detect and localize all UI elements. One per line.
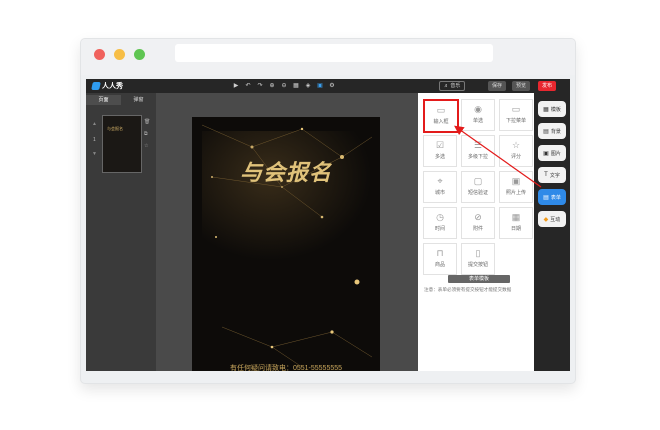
brand-logo[interactable]: 人人秀 bbox=[91, 81, 123, 91]
move-page-up-icon[interactable]: ▲ bbox=[92, 121, 97, 127]
form-components-panel: ▭ 输入框 ◉ 单选 ▭ 下拉菜单 ☑ 多选 ☰ 多级下拉 ☆ 评分 ⌖ 城市 … bbox=[418, 93, 534, 371]
undo-icon[interactable]: ↶ bbox=[244, 82, 252, 90]
contact-text[interactable]: 有任何疑问请致电：0551-55555555 bbox=[192, 363, 380, 371]
page-thumbnail-title: 与会报名 bbox=[107, 126, 123, 131]
component-date[interactable]: ▦ 日期 bbox=[499, 207, 533, 239]
grid-icon[interactable]: ▦ bbox=[292, 82, 300, 90]
rail-text[interactable]: T 文字 bbox=[538, 167, 566, 183]
paperclip-icon: ⊘ bbox=[474, 212, 482, 222]
save-button[interactable]: 保存 bbox=[488, 81, 507, 91]
form-icon: ▤ bbox=[543, 194, 549, 201]
template-icon: ▦ bbox=[543, 106, 549, 113]
clock-icon: ◷ bbox=[436, 212, 444, 222]
brand-name: 人人秀 bbox=[102, 83, 123, 90]
text-icon: T bbox=[544, 172, 548, 178]
checkbox-icon: ☑ bbox=[435, 140, 445, 150]
publish-button[interactable]: 发布 bbox=[538, 81, 557, 91]
location-icon: ⌖ bbox=[437, 176, 443, 186]
zoom-in-icon[interactable]: ⊕ bbox=[268, 82, 276, 90]
brand-mark-icon bbox=[91, 82, 101, 90]
component-dropdown[interactable]: ▭ 下拉菜单 bbox=[499, 99, 533, 131]
canvas-area: 与会报名 有任何疑问请致电：0551-55555555 bbox=[156, 93, 418, 371]
background-icon: ▤ bbox=[543, 128, 549, 135]
interact-icon: ◆ bbox=[543, 216, 549, 223]
toolbar: ▶ ↶ ↷ ⊕ ⊖ ▦ ◈ ▣ ⚙ bbox=[232, 81, 336, 91]
picture-icon: ▣ bbox=[543, 150, 549, 157]
component-product[interactable]: ⊓ 商品 bbox=[423, 243, 457, 275]
image-icon[interactable]: ▣ bbox=[316, 82, 324, 90]
pages-tabs: 页面 弹窗 bbox=[86, 95, 156, 105]
calendar-icon: ▦ bbox=[511, 212, 521, 222]
submit-icon: ▯ bbox=[475, 248, 481, 258]
component-time[interactable]: ◷ 时间 bbox=[423, 207, 457, 239]
sms-icon: ▢ bbox=[473, 176, 483, 186]
input-box-icon: ▭ bbox=[436, 105, 446, 115]
copy-page-icon[interactable]: ⧉ bbox=[144, 131, 148, 137]
tab-popups[interactable]: 弹窗 bbox=[121, 95, 156, 105]
rail-template[interactable]: ▦ 模板 bbox=[538, 101, 566, 117]
pages-panel: 页面 弹窗 ▲ 1 ▼ 与会报名 🗑 ⧉ ☆ bbox=[86, 93, 156, 371]
rail-form[interactable]: ▤ 表单 bbox=[538, 189, 566, 205]
star-icon: ☆ bbox=[511, 140, 521, 150]
component-sms-verify[interactable]: ▢ 短信验证 bbox=[461, 171, 495, 203]
music-button[interactable]: ♬ 音乐 bbox=[439, 81, 466, 91]
radio-icon: ◉ bbox=[474, 104, 482, 114]
component-photo-upload[interactable]: ▣ 照片上传 bbox=[499, 171, 533, 203]
photo-upload-icon: ▣ bbox=[511, 176, 521, 186]
gold-glow-decoration bbox=[202, 131, 372, 261]
component-checkbox[interactable]: ☑ 多选 bbox=[423, 135, 457, 167]
browser-window: 人人秀 ▶ ↶ ↷ ⊕ ⊖ ▦ ◈ ▣ ⚙ ♬ 音乐 保存 预览 发布 页面 弹… bbox=[80, 38, 576, 384]
editor-topbar: 人人秀 ▶ ↶ ↷ ⊕ ⊖ ▦ ◈ ▣ ⚙ ♬ 音乐 保存 预览 发布 bbox=[86, 79, 570, 93]
favorite-page-icon[interactable]: ☆ bbox=[144, 143, 148, 149]
page-thumbnail[interactable]: 与会报名 bbox=[102, 115, 142, 173]
component-rail: ▦ 模板 ▤ 背景 ▣ 图片 T 文字 ▤ 表单 ◆ 互动 bbox=[534, 93, 570, 371]
layers-icon[interactable]: ◈ bbox=[304, 82, 312, 90]
move-page-down-icon[interactable]: ▼ bbox=[92, 151, 97, 157]
maximize-window-button[interactable] bbox=[134, 49, 145, 60]
minimize-window-button[interactable] bbox=[114, 49, 125, 60]
form-template-button[interactable]: 表单模板 bbox=[448, 275, 510, 283]
component-radio[interactable]: ◉ 单选 bbox=[461, 99, 495, 131]
component-rating[interactable]: ☆ 评分 bbox=[499, 135, 533, 167]
delete-page-icon[interactable]: 🗑 bbox=[144, 119, 150, 125]
rail-background[interactable]: ▤ 背景 bbox=[538, 123, 566, 139]
tab-pages[interactable]: 页面 bbox=[86, 95, 121, 105]
component-submit-button[interactable]: ▯ 提交按钮 bbox=[461, 243, 495, 275]
multi-dropdown-icon: ☰ bbox=[473, 140, 483, 150]
rail-interact[interactable]: ◆ 互动 bbox=[538, 211, 566, 227]
settings-icon[interactable]: ⚙ bbox=[328, 82, 336, 90]
page-number: 1 bbox=[93, 137, 96, 143]
rail-picture[interactable]: ▣ 图片 bbox=[538, 145, 566, 161]
form-note: 注意：表单必须要有提交按钮才能提交数据 bbox=[424, 287, 512, 292]
zoom-out-icon[interactable]: ⊖ bbox=[280, 82, 288, 90]
component-input-box[interactable]: ▭ 输入框 bbox=[423, 99, 459, 133]
address-bar[interactable] bbox=[175, 44, 493, 62]
preview-button[interactable]: 预览 bbox=[512, 81, 531, 91]
editor-app: 人人秀 ▶ ↶ ↷ ⊕ ⊖ ▦ ◈ ▣ ⚙ ♬ 音乐 保存 预览 发布 页面 弹… bbox=[86, 79, 570, 371]
play-icon[interactable]: ▶ bbox=[232, 82, 240, 90]
redo-icon[interactable]: ↷ bbox=[256, 82, 264, 90]
event-title[interactable]: 与会报名 bbox=[192, 155, 380, 187]
close-window-button[interactable] bbox=[94, 49, 105, 60]
page-canvas[interactable]: 与会报名 有任何疑问请致电：0551-55555555 bbox=[192, 117, 380, 371]
dropdown-icon: ▭ bbox=[511, 104, 521, 114]
shopping-bag-icon: ⊓ bbox=[436, 248, 444, 258]
component-multi-dropdown[interactable]: ☰ 多级下拉 bbox=[461, 135, 495, 167]
component-city[interactable]: ⌖ 城市 bbox=[423, 171, 457, 203]
window-titlebar bbox=[81, 39, 575, 75]
component-attachment[interactable]: ⊘ 附件 bbox=[461, 207, 495, 239]
